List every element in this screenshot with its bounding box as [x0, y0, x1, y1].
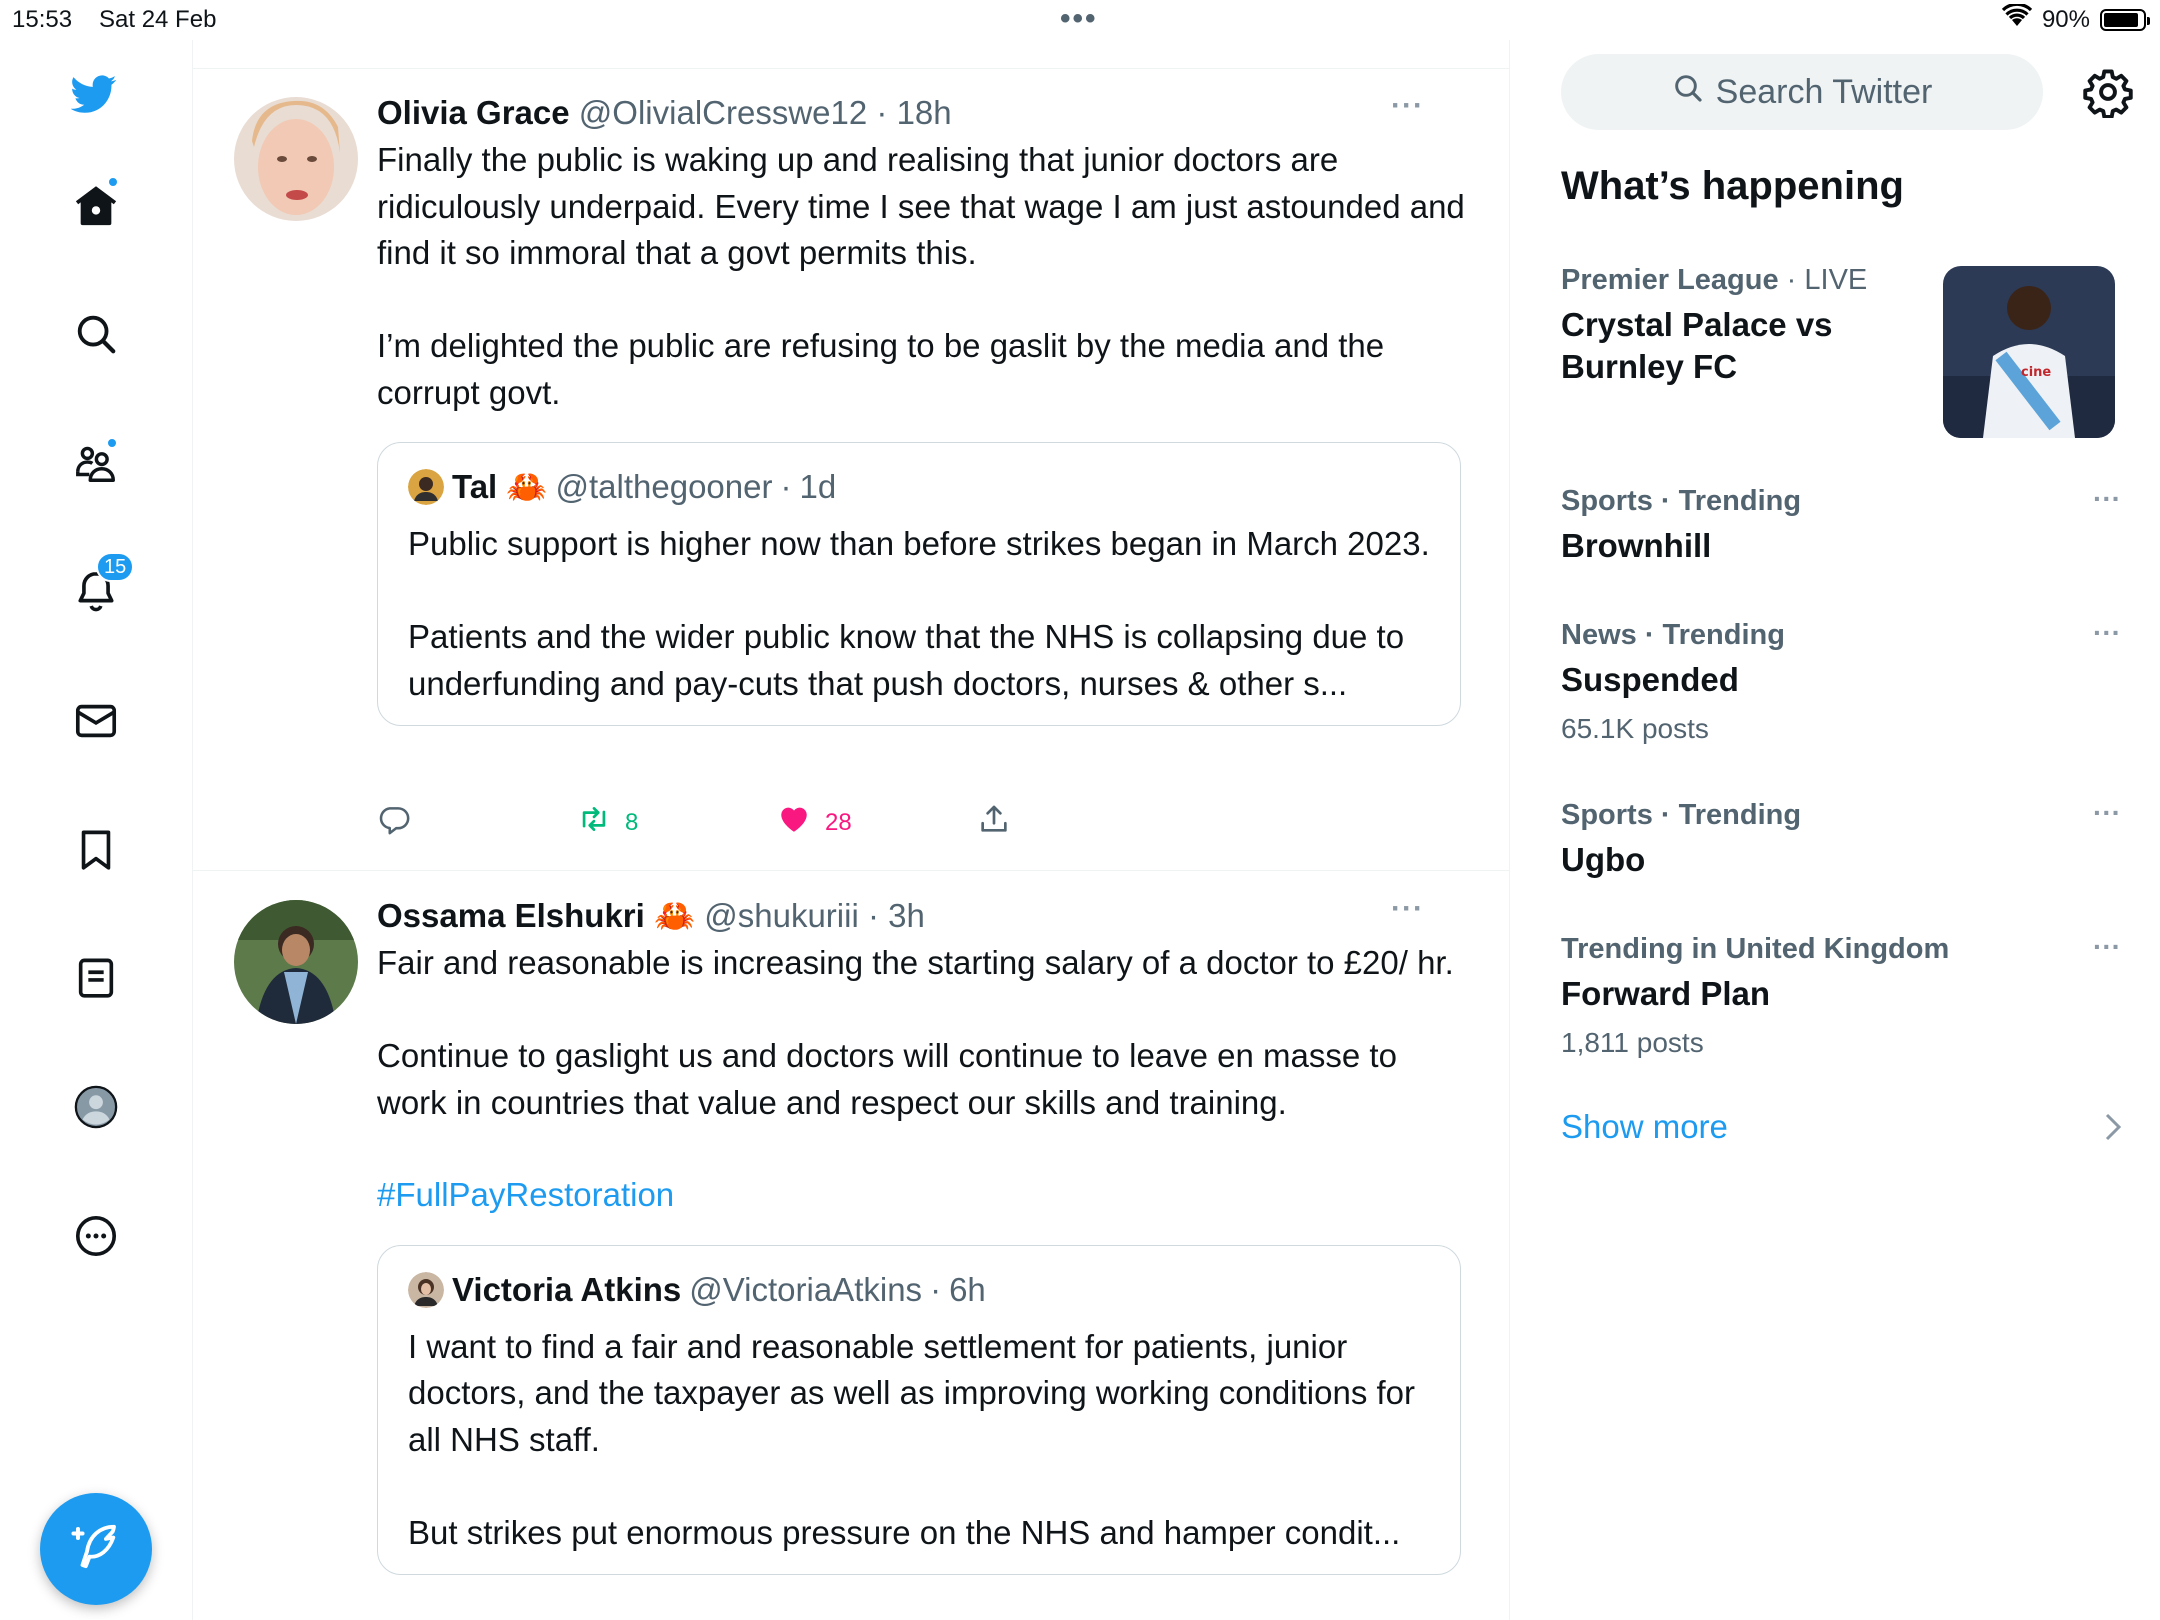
trend-item[interactable]: News · Trending Suspended 65.1K posts ··… — [1561, 617, 2121, 747]
like-button[interactable]: 28 — [777, 802, 977, 843]
bell-icon[interactable]: 15 — [68, 552, 135, 620]
trend-posts: 1,811 posts — [1561, 1027, 1704, 1058]
reply-icon — [377, 802, 411, 843]
search-icon[interactable] — [68, 306, 124, 362]
share-button[interactable] — [977, 802, 1011, 843]
trend-category: News · Trending — [1561, 619, 1785, 651]
trend-item[interactable]: Trending in United Kingdom Forward Plan … — [1561, 931, 2121, 1061]
tweet-time[interactable]: 18h — [897, 94, 952, 131]
quoted-time: 6h — [949, 1270, 986, 1308]
trend-more-icon[interactable]: ··· — [2093, 483, 2121, 515]
gear-icon[interactable] — [2082, 66, 2134, 119]
separator-dot: · — [780, 468, 792, 505]
quoted-avatar — [408, 1271, 444, 1308]
separator-dot: · — [876, 94, 888, 131]
quoted-text: Public support is higher now than before… — [408, 525, 1430, 702]
notifications-badge: 15 — [96, 552, 135, 582]
avatar[interactable] — [234, 97, 358, 221]
lists-icon[interactable] — [68, 950, 124, 1006]
right-sidebar: Search Twitter What’s happening Premier … — [1511, 40, 2160, 1620]
bookmark-icon[interactable] — [68, 822, 124, 878]
author-handle[interactable]: @OlivialCresswe12 — [579, 94, 867, 131]
trend-more-icon[interactable]: ··· — [2093, 931, 2121, 963]
home-icon[interactable] — [68, 176, 124, 234]
trend-category: Sports · Trending — [1561, 799, 1802, 831]
trend-posts: 65.1K posts — [1561, 713, 1709, 744]
communities-unread-dot — [106, 437, 118, 449]
status-date: Sat 24 Feb — [99, 6, 217, 33]
author-handle[interactable]: @shukuriii — [704, 897, 859, 934]
status-time: 15:53 — [12, 6, 73, 33]
trend-name: Ugbo — [1561, 841, 1646, 878]
like-count: 28 — [825, 808, 852, 836]
trend-live: · LIVE — [1778, 264, 1868, 296]
tweet-more-icon[interactable]: ··· — [1391, 892, 1424, 926]
mail-icon[interactable] — [68, 693, 124, 749]
search-placeholder: Search Twitter — [1715, 72, 1933, 111]
trend-category: Premier League — [1561, 264, 1779, 296]
separator-dot: · — [930, 1270, 942, 1308]
retweet-button[interactable]: 8 — [577, 802, 777, 843]
trend-more-icon[interactable]: ··· — [2093, 797, 2121, 829]
reply-button[interactable] — [377, 802, 577, 843]
separator-dot: · — [867, 897, 879, 934]
hashtag-link[interactable]: #FullPayRestoration — [377, 1172, 1467, 1219]
retweet-icon — [577, 802, 611, 843]
trend-item[interactable]: Sports · Trending Brownhill ··· — [1561, 483, 2121, 567]
whats-happening-title: What’s happening — [1561, 164, 1904, 208]
communities-icon[interactable] — [68, 435, 124, 491]
quoted-text: I want to find a fair and reasonable set… — [408, 1327, 1415, 1551]
avatar[interactable] — [234, 900, 358, 1024]
left-navigation: 15 — [0, 40, 193, 1620]
trend-more-icon[interactable]: ··· — [2093, 617, 2121, 649]
trend-category: Sports · Trending — [1561, 485, 1802, 517]
retweet-count: 8 — [625, 808, 639, 836]
search-input[interactable]: Search Twitter — [1561, 54, 2043, 130]
tweet-text: Fair and reasonable is increasing the st… — [377, 944, 1454, 1121]
twitter-bird-icon[interactable] — [66, 66, 122, 122]
wifi-icon — [2001, 2, 2033, 35]
trend-image[interactable]: cine — [1943, 266, 2115, 438]
heart-icon — [777, 802, 811, 843]
tweet-divider — [193, 870, 1509, 871]
quoted-author-handle: @VictoriaAtkins — [689, 1270, 923, 1308]
compose-button[interactable] — [40, 1493, 152, 1605]
compose-icon — [69, 1520, 123, 1579]
battery-icon — [2100, 8, 2150, 31]
quoted-author-handle: @talthegooner — [555, 468, 773, 505]
search-icon — [1672, 72, 1704, 113]
profile-icon[interactable] — [68, 1079, 124, 1135]
quoted-tweet[interactable]: Tal 🦀 @talthegooner · 1d Public support … — [377, 442, 1461, 726]
quoted-author-name: Victoria Atkins — [452, 1270, 682, 1308]
more-icon[interactable] — [68, 1208, 124, 1264]
author-name[interactable]: Ossama Elshukri 🦀 — [377, 897, 695, 934]
multitasking-dots-icon[interactable]: ••• — [1060, 2, 1098, 36]
timeline-top-divider — [193, 68, 1509, 69]
tweet-time[interactable]: 3h — [888, 897, 925, 934]
tweet-text: Finally the public is waking up and real… — [377, 141, 1465, 411]
author-name[interactable]: Olivia Grace — [377, 94, 570, 131]
timeline: Olivia Grace @OlivialCresswe12 · 18h ···… — [193, 40, 1510, 1620]
quoted-avatar — [408, 469, 444, 505]
trend-name: Brownhill — [1561, 527, 1712, 564]
quoted-time: 1d — [799, 468, 837, 505]
trend-name: Crystal Palace vs Burnley FC — [1561, 306, 1833, 385]
trend-item[interactable]: Sports · Trending Ugbo ··· — [1561, 797, 2121, 881]
status-bar: 15:53 Sat 24 Feb ••• 90% — [0, 0, 2160, 40]
battery-level — [2104, 12, 2139, 27]
trend-category: Trending in United Kingdom — [1561, 933, 1950, 965]
chevron-right-icon — [2105, 1113, 2122, 1141]
quoted-tweet[interactable]: Victoria Atkins @VictoriaAtkins · 6h I w… — [377, 1244, 1461, 1575]
home-unread-dot — [107, 176, 119, 188]
show-more-link[interactable]: Show more — [1561, 1108, 1728, 1146]
tweet-header: Ossama Elshukri 🦀 @shukuriii · 3h — [377, 896, 1467, 936]
tweet-header: Olivia Grace @OlivialCresswe12 · 18h — [377, 93, 1467, 133]
trend-name: Suspended — [1561, 661, 1739, 698]
share-icon — [977, 802, 1011, 843]
trend-name: Forward Plan — [1561, 975, 1771, 1012]
quoted-author-name: Tal 🦀 — [452, 468, 548, 505]
battery-percent: 90% — [2041, 5, 2090, 33]
svg-text:cine: cine — [2021, 365, 2051, 380]
tweet-more-icon[interactable]: ··· — [1391, 89, 1424, 123]
